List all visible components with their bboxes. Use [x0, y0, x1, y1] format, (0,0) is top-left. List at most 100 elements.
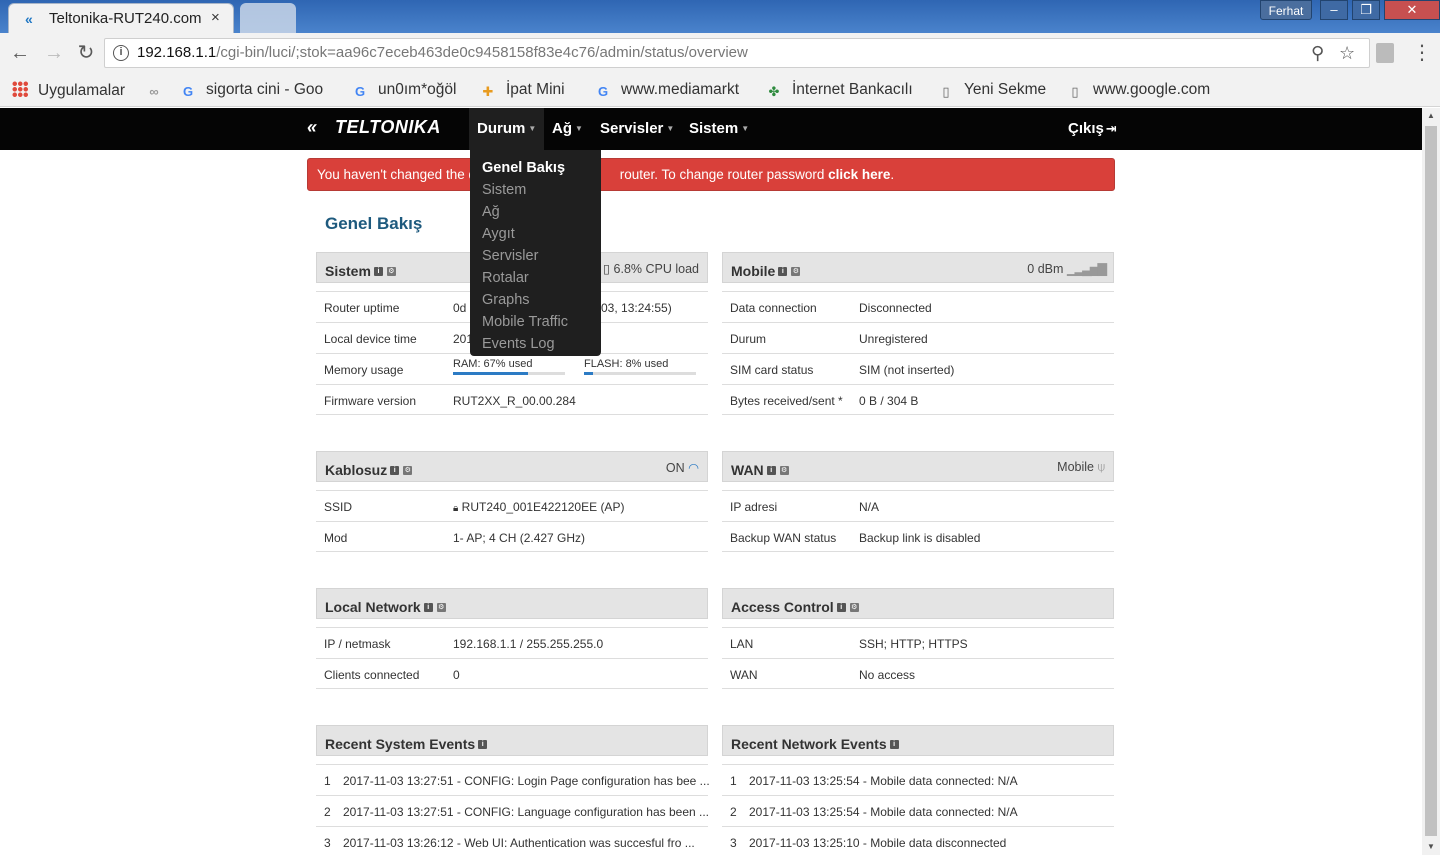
event-row: 2 2017-11-03 13:25:54 - Mobile data conne… — [722, 795, 1114, 826]
site-info-icon[interactable]: i — [113, 45, 129, 61]
menu-item-aygit[interactable]: Aygıt — [470, 223, 601, 245]
menu-item-genel-bakis[interactable]: Genel Bakış — [470, 157, 601, 179]
table-row: IP / netmask 192.168.1.1 / 255.255.255.0 — [316, 627, 708, 658]
menu-item-events-log[interactable]: Events Log — [470, 333, 601, 355]
logout-button[interactable]: Çıkış ⇥ — [1068, 108, 1117, 150]
event-row: 2 2017-11-03 13:27:51 - CONFIG: Language … — [316, 795, 709, 826]
bookmark-item[interactable]: ▯ Yeni Sekme — [938, 81, 1046, 100]
mobile-panel: Mobile i ⚙ 0 dBm ▁▂▃▅▇ Data connection Disc… — [722, 252, 1114, 415]
network-events-panel: Recent Network Events i 1 2017-11-03 13:25… — [722, 725, 1114, 855]
info-icon[interactable]: i — [766, 466, 776, 475]
menu-item-graphs[interactable]: Graphs — [470, 289, 601, 311]
info-icon[interactable]: i — [478, 740, 488, 749]
table-row: Bytes received/sent * 0 B / 304 B — [722, 384, 1114, 415]
info-icon[interactable]: i — [390, 466, 400, 475]
page-scrollbar[interactable]: ▲ ▼ — [1422, 108, 1440, 855]
bookmark-item[interactable]: Gun0ım*oğöl — [352, 81, 456, 100]
bookmark-item[interactable]: ▯ www.google.com — [1067, 81, 1210, 100]
url-input[interactable]: i 192.168.1.1/cgi-bin/luci/;stok=aa96c7e… — [104, 38, 1370, 68]
new-tab-button[interactable] — [240, 3, 296, 33]
nav-servisler[interactable]: Servisler ▼ — [592, 108, 682, 150]
page-icon: ▯ — [942, 84, 950, 99]
wan-panel: WAN i ⚙ Mobile ⍦ IP adresi N/A Backup WAN s… — [722, 451, 1114, 552]
info-icon[interactable]: i — [889, 740, 899, 749]
settings-icon[interactable]: ⚙ — [849, 603, 859, 612]
scroll-up-icon[interactable]: ▲ — [1422, 108, 1440, 124]
table-row: Backup WAN status Backup link is disabled — [722, 521, 1114, 552]
table-row: Mod 1- AP; 4 CH (2.427 GHz) — [316, 521, 708, 552]
page-viewport: «TELTONIKA Durum ▼ Ağ ▼ Servisler ▼ Sistem ▼… — [0, 108, 1422, 855]
info-icon[interactable]: i — [836, 603, 846, 612]
settings-icon[interactable]: ⚙ — [386, 267, 396, 276]
address-bar: ← → ↻ i 192.168.1.1/cgi-bin/luci/;stok=a… — [0, 33, 1440, 73]
browser-tab-active[interactable]: « Teltonika-RUT240.com × — [8, 3, 234, 33]
bookmark-item[interactable]: ✚ İpat Mini — [480, 81, 565, 100]
minimize-icon[interactable]: – — [1320, 0, 1348, 20]
caret-down-icon: ▼ — [575, 124, 583, 133]
event-row: 3 2017-11-03 13:26:12 - Web UI: Authentic… — [316, 826, 708, 855]
menu-item-rotalar[interactable]: Rotalar — [470, 267, 601, 289]
panel-title: Recent Network Events — [731, 736, 887, 752]
info-icon[interactable]: i — [373, 267, 383, 276]
top-navigation: «TELTONIKA Durum ▼ Ağ ▼ Servisler ▼ Sistem ▼… — [0, 108, 1422, 150]
page-title: Genel Bakış — [325, 214, 423, 233]
menu-item-mobile-traffic[interactable]: Mobile Traffic — [470, 311, 601, 333]
forward-icon[interactable]: → — [42, 41, 66, 65]
table-row: SIM card status SIM (not inserted) — [722, 353, 1114, 384]
bookmark-item[interactable]: Gwww.mediamarkt — [595, 81, 739, 100]
settings-icon[interactable]: ⚙ — [403, 466, 413, 475]
menu-item-ag[interactable]: Ağ — [470, 201, 601, 223]
maximize-icon[interactable]: ❐ — [1352, 0, 1380, 20]
scrollbar-thumb[interactable] — [1425, 126, 1437, 836]
bookmark-item[interactable]: ∞ — [146, 81, 172, 100]
table-row: Memory usage RAM: 67% used FLASH: 8% use… — [316, 353, 708, 384]
panel-title: Recent System Events — [325, 736, 476, 752]
flash-usage-bar: FLASH: 8% used — [584, 358, 696, 375]
nav-sistem[interactable]: Sistem ▼ — [681, 108, 757, 150]
info-icon[interactable]: i — [778, 267, 788, 276]
close-window-icon[interactable]: ✕ — [1384, 0, 1440, 20]
settings-icon[interactable]: ⚙ — [436, 603, 446, 612]
antenna-icon: ⍦ — [1097, 460, 1105, 474]
tab-title: Teltonika-RUT240.com — [49, 10, 202, 27]
caret-down-icon: ▼ — [528, 124, 537, 133]
wan-state: Mobile — [1057, 460, 1094, 474]
table-row: LAN SSH; HTTP; HTTPS — [722, 627, 1114, 658]
info-icon[interactable]: i — [423, 603, 433, 612]
extension-icon[interactable] — [1376, 43, 1394, 63]
tab-close-icon[interactable]: × — [211, 9, 220, 26]
bookmark-item[interactable]: Gsigorta cini - Goo — [180, 81, 323, 100]
window-user-badge[interactable]: Ferhat — [1260, 0, 1312, 20]
wireless-state: ON — [665, 461, 685, 475]
zoom-icon[interactable]: ⚲ — [1311, 43, 1324, 64]
table-row: SSID 🔒︎ RUT240_001E422120EE (AP) — [316, 490, 708, 521]
scroll-down-icon[interactable]: ▼ — [1422, 839, 1440, 855]
ipat-icon: ✚ — [482, 84, 494, 99]
bookmark-star-icon[interactable]: ☆ — [1339, 43, 1355, 64]
wireless-panel: Kablosuz i ⚙ ON ◠ SSID 🔒︎ RUT240_001E422120… — [316, 451, 708, 552]
nav-ag[interactable]: Ağ ▼ — [544, 108, 591, 150]
settings-icon[interactable]: ⚙ — [779, 466, 789, 475]
browser-menu-icon[interactable]: ⋮ — [1412, 40, 1432, 65]
nav-durum[interactable]: Durum ▼ — [469, 108, 545, 150]
table-row: IP adresi N/A — [722, 490, 1114, 521]
bookmark-item[interactable]: ✤ İnternet Bankacılı — [766, 81, 913, 100]
settings-icon[interactable]: ⚙ — [791, 267, 801, 276]
wifi-icon: ◠ — [688, 461, 699, 475]
cpu-load: 6.8% CPU load — [613, 262, 699, 276]
table-row: Durum Unregistered — [722, 322, 1114, 353]
event-row: 3 2017-11-03 13:25:10 - Mobile data disco… — [722, 826, 1114, 855]
panel-title: Mobile — [731, 263, 776, 279]
table-row: Clients connected 0 — [316, 658, 708, 689]
system-events-panel: Recent System Events i 1 2017-11-03 13:27:… — [316, 725, 710, 855]
menu-item-sistem[interactable]: Sistem — [470, 179, 601, 201]
table-row: Data connection Disconnected — [722, 291, 1114, 322]
panel-title: WAN — [731, 462, 764, 478]
reload-icon[interactable]: ↻ — [74, 41, 98, 65]
change-password-link[interactable]: click here — [828, 167, 890, 182]
teltonika-logo[interactable]: «TELTONIKA — [307, 117, 441, 141]
bookmark-apps[interactable]: Uygulamalar — [12, 81, 125, 100]
menu-item-servisler[interactable]: Servisler — [470, 245, 601, 267]
teltonika-favicon-icon: « — [25, 11, 33, 27]
back-icon[interactable]: ← — [8, 41, 32, 65]
